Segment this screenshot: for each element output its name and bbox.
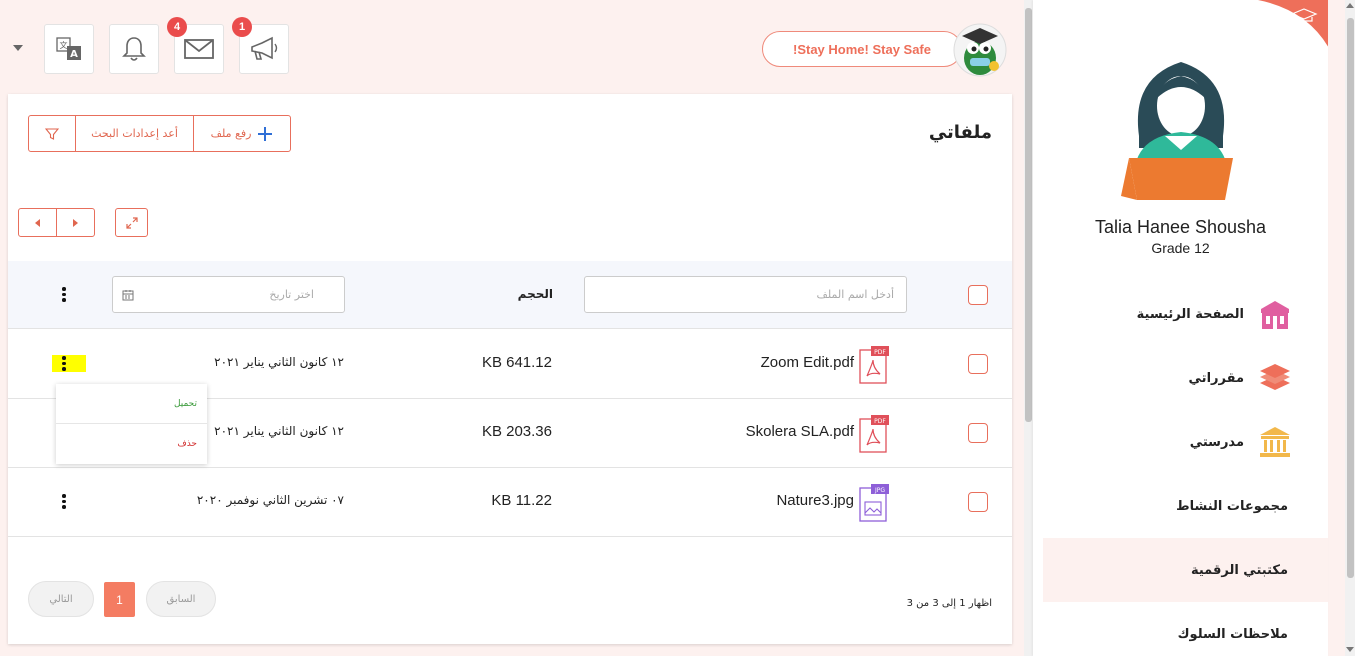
sidebar-item-my-school[interactable]: مدرستي (1043, 410, 1328, 474)
row-actions-menu[interactable] (60, 494, 68, 509)
account-dropdown-caret[interactable] (13, 45, 23, 51)
previous-page-button[interactable]: السابق (146, 581, 216, 617)
svg-text:文: 文 (60, 40, 68, 50)
books-stack-icon (1260, 364, 1290, 390)
main-scrollbar-thumb[interactable] (1025, 8, 1032, 422)
header-actions-menu[interactable] (60, 287, 68, 302)
files-card: ملفاتي أعد إعدادات البحث رفع ملف أدخل اس… (8, 94, 1012, 644)
select-all-checkbox[interactable] (968, 285, 988, 305)
school-corner-logo (1258, 0, 1328, 47)
scroll-up-arrow-icon[interactable] (1346, 3, 1354, 8)
delete-menu-item[interactable]: حذف (56, 424, 207, 464)
pdf-file-icon: PDF (859, 415, 889, 453)
file-date: ٠٧ تشرين الثاني نوفمبر ٢٠٢٠ (196, 493, 344, 507)
filter-button[interactable] (29, 116, 76, 151)
expand-icon (125, 216, 138, 229)
student-avatar (1121, 62, 1233, 200)
scroll-nav-buttons (18, 208, 95, 237)
file-name[interactable]: Nature3.jpg (776, 492, 854, 509)
caret-right-icon (73, 218, 78, 227)
messages-badge: 4 (167, 17, 187, 37)
sidebar-item-behavior-notes[interactable]: ملاحظات السلوك (1043, 602, 1328, 656)
pdf-file-icon: PDF (859, 346, 889, 384)
reset-search-button[interactable]: أعد إعدادات البحث (76, 116, 194, 151)
envelope-icon (184, 39, 214, 59)
sidebar-item-courses[interactable]: مقرراتي (1043, 346, 1328, 410)
student-name: Talia Hanee Shousha (1094, 217, 1267, 237)
file-size: KB 641.12 (481, 354, 552, 371)
notifications-button[interactable] (109, 24, 159, 74)
row-checkbox[interactable] (968, 354, 988, 374)
size-column-header: الحجم (517, 287, 553, 301)
image-file-icon: JPG (859, 484, 889, 522)
scroll-right-button[interactable] (57, 209, 94, 236)
school-building-icon (1261, 301, 1289, 329)
megaphone-icon (251, 36, 278, 60)
expand-button[interactable] (115, 208, 148, 237)
plus-icon (258, 126, 273, 141)
translate-icon: A 文 (56, 37, 81, 60)
table-row: JPG Nature3.jpg KB 11.22 ٠٧ تشرين الثاني… (8, 468, 1012, 537)
svg-text:PDF: PDF (874, 418, 886, 425)
messages-button[interactable]: 4 (167, 17, 224, 74)
svg-text:PDF: PDF (874, 349, 886, 356)
language-button[interactable]: A 文 (44, 24, 94, 74)
file-name[interactable]: Zoom Edit.pdf (761, 354, 854, 371)
sidebar-item-label: مجموعات النشاط (1176, 498, 1288, 514)
upload-file-button[interactable]: رفع ملف (194, 116, 290, 151)
row-context-menu: تحميل حذف (56, 384, 207, 464)
upload-file-label: رفع ملف (210, 127, 252, 140)
current-page-button[interactable]: 1 (104, 582, 135, 617)
svg-text:A: A (70, 49, 78, 60)
file-size: KB 203.36 (481, 423, 552, 440)
table-header: أدخل اسم الملف الحجم اختر تاريخ (8, 261, 1012, 329)
filter-icon (45, 127, 59, 140)
sidebar-item-activity-groups[interactable]: مجموعات النشاط (1043, 474, 1328, 538)
sidebar-item-label: مدرستي (1189, 434, 1244, 450)
sidebar-item-digital-library[interactable]: مكتبتي الرقمية (1043, 538, 1328, 602)
row-actions-menu[interactable] (60, 356, 68, 371)
row-checkbox[interactable] (968, 423, 988, 443)
scroll-down-arrow-icon[interactable] (1346, 647, 1354, 652)
date-filter-placeholder: اختر تاريخ (269, 288, 314, 301)
svg-text:JPG: JPG (874, 487, 885, 494)
sidebar-item-label: ملاحظات السلوك (1177, 626, 1288, 642)
row-checkbox[interactable] (968, 492, 988, 512)
next-page-button[interactable]: التالي (28, 581, 94, 617)
stay-home-banner[interactable]: !Stay Home! Stay Safe (762, 31, 962, 67)
sidebar-item-label: مكتبتي الرقمية (1190, 562, 1288, 578)
scroll-left-button[interactable] (19, 209, 57, 236)
files-toolbar: أعد إعدادات البحث رفع ملف (28, 115, 291, 152)
page-title: ملفاتي (928, 122, 992, 143)
download-menu-item[interactable]: تحميل (56, 384, 207, 424)
sidebar: Talia Hanee Shousha Grade 12 الصفحة الرئ… (1033, 0, 1328, 656)
file-name-filter-input[interactable]: أدخل اسم الملف (584, 276, 907, 313)
caret-left-icon (35, 218, 40, 227)
file-name[interactable]: Skolera SLA.pdf (746, 423, 854, 440)
announcements-button[interactable]: 1 (232, 17, 289, 74)
file-size: KB 11.22 (491, 492, 552, 509)
row-actions-highlight (52, 355, 86, 372)
sidebar-item-home[interactable]: الصفحة الرئيسية (1043, 282, 1328, 346)
sidebar-item-label: مقرراتي (1188, 370, 1244, 386)
top-header: A 文 4 1 !Stay Home! Stay Safe (0, 0, 1030, 92)
sidebar-item-label: الصفحة الرئيسية (1136, 306, 1244, 322)
pagination-info: اظهار 1 إلى 3 من 3 (906, 598, 992, 609)
bell-icon (122, 37, 146, 61)
file-date: ١٢ كانون الثاني يناير ٢٠٢١ (214, 355, 344, 369)
sidebar-scrollbar-thumb[interactable] (1347, 18, 1354, 578)
mascot-logo (953, 23, 1007, 77)
student-grade: Grade 12 (1151, 240, 1210, 256)
institution-icon (1260, 427, 1290, 457)
date-filter-input[interactable]: اختر تاريخ (112, 276, 345, 313)
calendar-icon (122, 290, 134, 301)
announcements-badge: 1 (232, 17, 252, 37)
